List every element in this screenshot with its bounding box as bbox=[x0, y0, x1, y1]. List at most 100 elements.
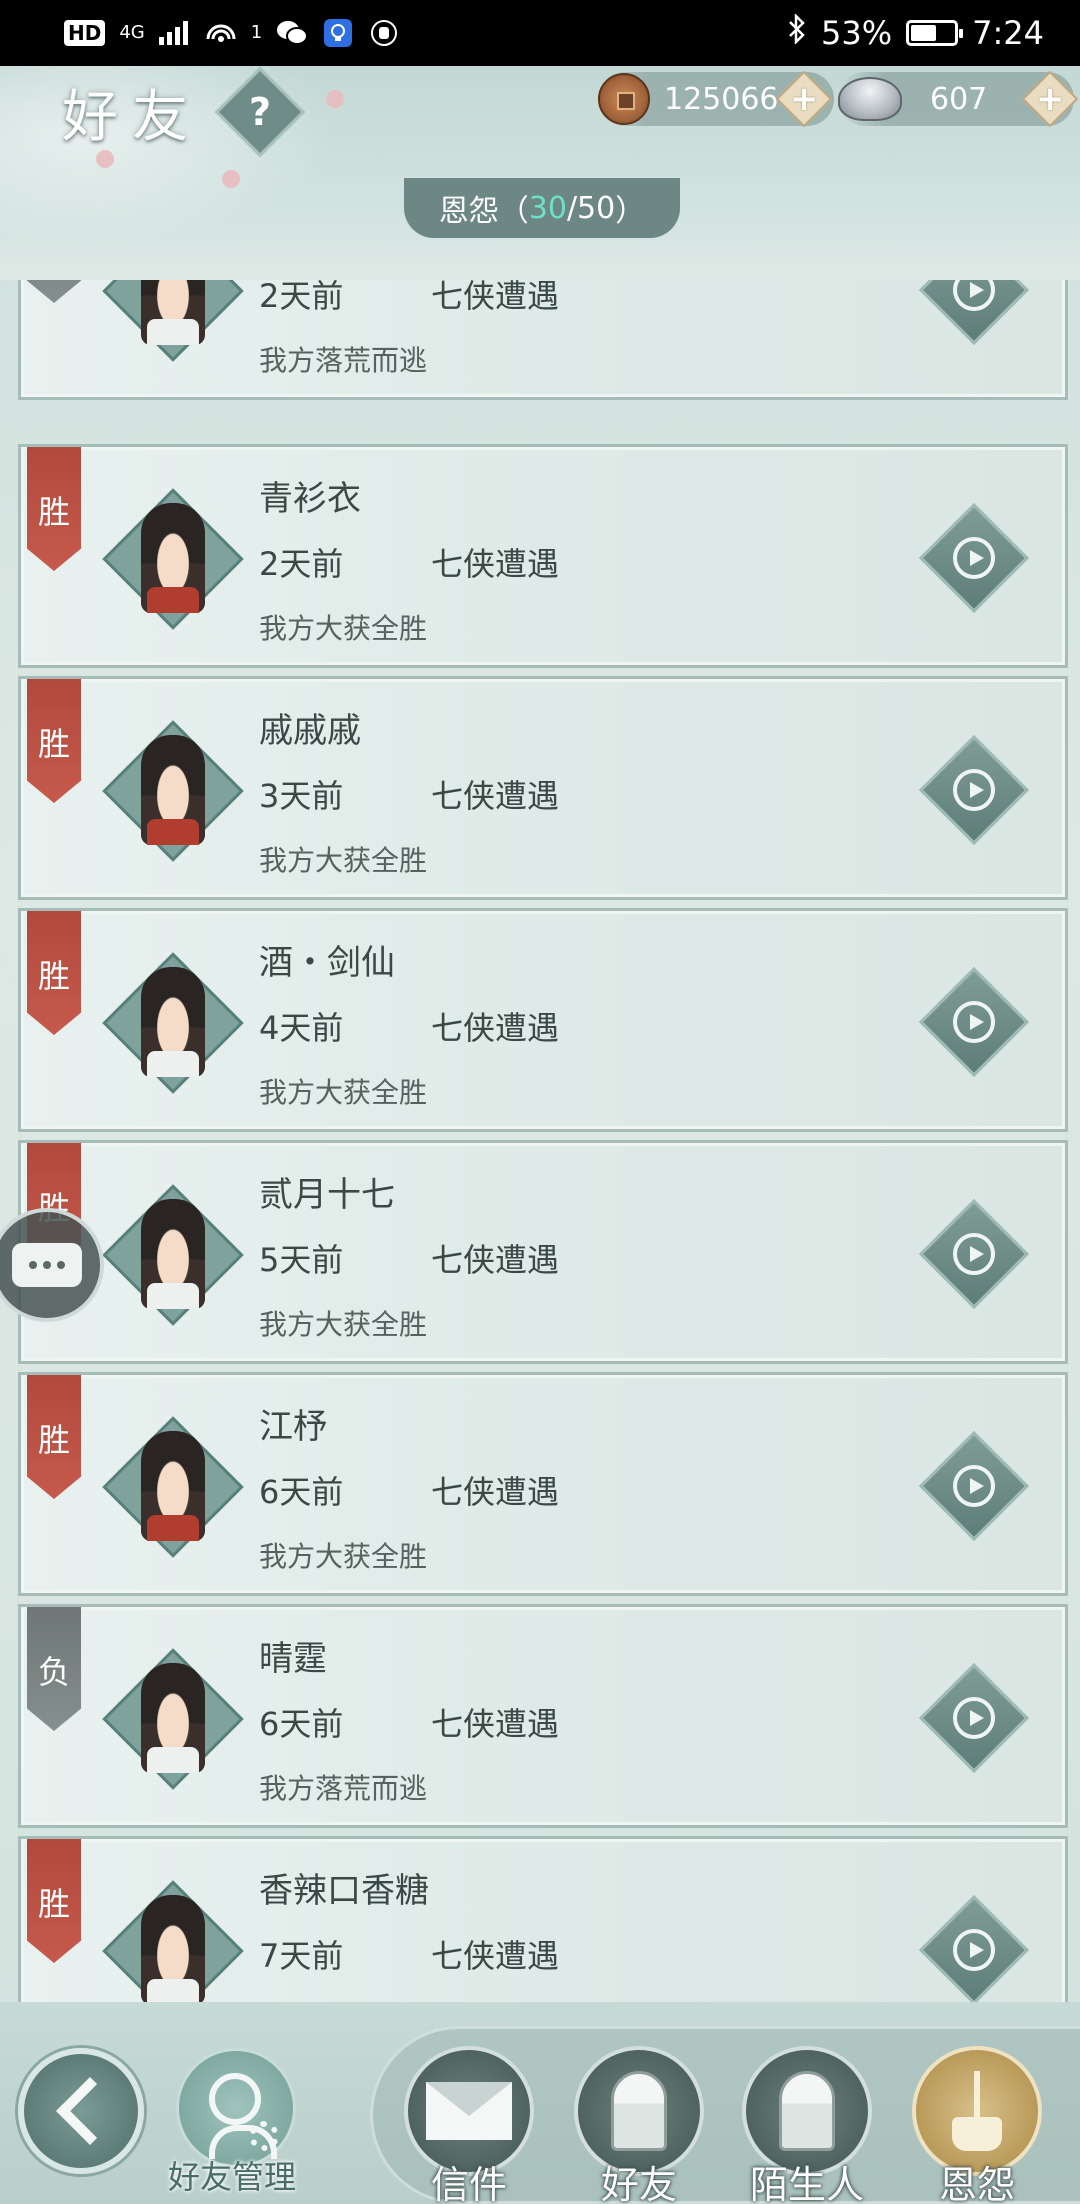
silver-ingot-icon bbox=[838, 77, 902, 121]
tab-letters-label: 信件 bbox=[430, 2163, 507, 2204]
add-silver-button[interactable]: + bbox=[1021, 70, 1079, 128]
blossom-decoration bbox=[222, 170, 240, 188]
record-card[interactable]: 胜 青衫衣 2天前 七侠遭遇 我方大获全胜 bbox=[18, 444, 1068, 668]
avatar-portrait bbox=[141, 280, 205, 345]
battery-percent: 53% bbox=[821, 14, 893, 52]
tab-grudges-label: 恩怨 bbox=[938, 2163, 1015, 2204]
plus-icon: + bbox=[789, 79, 819, 119]
status-bar: HD 4G 1 53% 7:24 bbox=[0, 0, 1080, 66]
opponent-name: 戚戚戚 bbox=[259, 711, 361, 751]
replay-button[interactable] bbox=[918, 1662, 1030, 1774]
back-button[interactable] bbox=[18, 2048, 144, 2174]
record-time: 4天前 bbox=[259, 1009, 344, 1047]
bluetooth-icon bbox=[787, 12, 807, 52]
hotspot-icon bbox=[205, 19, 237, 47]
record-time: 3天前 bbox=[259, 777, 344, 815]
avatar[interactable] bbox=[102, 720, 244, 862]
avatar-portrait bbox=[141, 503, 205, 613]
record-card[interactable]: 胜 香辣口香糖 7天前 七侠遭遇 bbox=[18, 1836, 1068, 2002]
replay-icon bbox=[953, 1001, 995, 1043]
bottom-bar: 好友管理 信件 好友 陌生人 恩怨 bbox=[0, 2002, 1080, 2204]
replay-button[interactable] bbox=[918, 966, 1030, 1078]
grudge-record-list[interactable]: 负 2天前 七侠遭遇 我方落荒而逃 胜 青衫衣 2天前 七侠遭遇 我方大获全胜 … bbox=[18, 280, 1068, 2002]
record-time: 6天前 bbox=[259, 1705, 344, 1743]
add-copper-button[interactable]: + bbox=[775, 70, 833, 128]
replay-icon bbox=[953, 1233, 995, 1275]
avatar[interactable] bbox=[102, 488, 244, 630]
record-time: 6天前 bbox=[259, 1473, 344, 1511]
record-mode: 七侠遭遇 bbox=[431, 777, 560, 815]
page-title: 好友 bbox=[62, 85, 202, 150]
copper-amount: 125066 bbox=[664, 81, 779, 117]
grudge-label: 恩怨 bbox=[438, 194, 499, 229]
opponent-name: 青衫衣 bbox=[259, 479, 361, 519]
friend-manage-label: 好友管理 bbox=[168, 2158, 297, 2196]
replay-button[interactable] bbox=[918, 1198, 1030, 1310]
record-mode: 七侠遭遇 bbox=[431, 1241, 560, 1279]
avatar[interactable] bbox=[102, 1416, 244, 1558]
avatar-portrait bbox=[141, 735, 205, 845]
clock: 7:24 bbox=[972, 14, 1044, 52]
avatar-portrait bbox=[141, 1895, 205, 2002]
record-card[interactable]: 胜 贰月十七 5天前 七侠遭遇 我方大获全胜 bbox=[18, 1140, 1068, 1364]
avatar[interactable] bbox=[102, 1184, 244, 1326]
back-arrow-icon bbox=[56, 2077, 124, 2145]
wechat-icon bbox=[276, 19, 309, 47]
record-time: 2天前 bbox=[259, 280, 344, 315]
replay-icon bbox=[953, 537, 995, 579]
result-badge: 负 bbox=[27, 1607, 81, 1731]
envelope-icon bbox=[426, 2082, 512, 2140]
bulb-icon bbox=[322, 19, 354, 47]
friend-manage-icon bbox=[209, 2073, 277, 2159]
record-result: 我方大获全胜 bbox=[259, 1308, 428, 1341]
silver-currency: 607 + bbox=[838, 70, 1079, 128]
tab-friends-label: 好友 bbox=[600, 2163, 677, 2204]
result-badge: 胜 bbox=[27, 1375, 81, 1499]
record-card[interactable]: 胜 江杼 6天前 七侠遭遇 我方大获全胜 bbox=[18, 1372, 1068, 1596]
opponent-name: 香辣口香糖 bbox=[259, 1871, 429, 1911]
record-card[interactable]: 负 2天前 七侠遭遇 我方落荒而逃 bbox=[18, 280, 1068, 400]
copper-coin-icon bbox=[598, 73, 650, 125]
grudge-count-tab: 恩怨 （ 30 /50 ） bbox=[404, 178, 680, 238]
result-badge: 胜 bbox=[27, 1839, 81, 1963]
record-result: 我方大获全胜 bbox=[259, 844, 428, 877]
network-label: 4G bbox=[119, 22, 145, 43]
replay-button[interactable] bbox=[918, 280, 1030, 346]
blossom-decoration bbox=[326, 90, 344, 108]
record-result: 我方落荒而逃 bbox=[259, 1772, 428, 1805]
hand-icon bbox=[368, 19, 400, 47]
record-mode: 七侠遭遇 bbox=[431, 280, 560, 315]
replay-button[interactable] bbox=[918, 1894, 1030, 2002]
replay-icon bbox=[953, 1697, 995, 1739]
avatar[interactable] bbox=[102, 280, 244, 362]
replay-button[interactable] bbox=[918, 502, 1030, 614]
avatar[interactable] bbox=[102, 1880, 244, 2002]
plus-icon: + bbox=[1035, 79, 1065, 119]
opponent-name: 酒・剑仙 bbox=[259, 943, 395, 983]
avatar[interactable] bbox=[102, 952, 244, 1094]
tab-strangers-label: 陌生人 bbox=[749, 2163, 864, 2204]
record-result: 我方大获全胜 bbox=[259, 1540, 428, 1573]
record-card[interactable]: 负 晴霆 6天前 七侠遭遇 我方落荒而逃 bbox=[18, 1604, 1068, 1828]
record-result: 我方落荒而逃 bbox=[259, 344, 428, 377]
record-card[interactable]: 胜 戚戚戚 3天前 七侠遭遇 我方大获全胜 bbox=[18, 676, 1068, 900]
replay-button[interactable] bbox=[918, 1430, 1030, 1542]
friend-manage-button[interactable] bbox=[176, 2048, 296, 2168]
avatar[interactable] bbox=[102, 1648, 244, 1790]
friend-figure-icon bbox=[611, 2071, 667, 2151]
avatar-portrait bbox=[141, 967, 205, 1077]
result-badge: 胜 bbox=[27, 911, 81, 1035]
result-badge: 胜 bbox=[27, 447, 81, 571]
page-header: 好友 ? 125066 + 607 + 恩怨 （ 30 /50 ） bbox=[0, 66, 1080, 280]
replay-button[interactable] bbox=[918, 734, 1030, 846]
status-right: 53% 7:24 bbox=[787, 12, 1044, 52]
record-time: 2天前 bbox=[259, 545, 344, 583]
status-left: HD 4G 1 bbox=[64, 19, 400, 47]
avatar-portrait bbox=[141, 1663, 205, 1773]
opponent-name: 晴霆 bbox=[259, 1639, 327, 1679]
record-mode: 七侠遭遇 bbox=[431, 1705, 560, 1743]
result-badge: 负 bbox=[27, 280, 81, 303]
record-card[interactable]: 胜 酒・剑仙 4天前 七侠遭遇 我方大获全胜 bbox=[18, 908, 1068, 1132]
help-icon: ? bbox=[248, 89, 272, 134]
record-mode: 七侠遭遇 bbox=[431, 1473, 560, 1511]
